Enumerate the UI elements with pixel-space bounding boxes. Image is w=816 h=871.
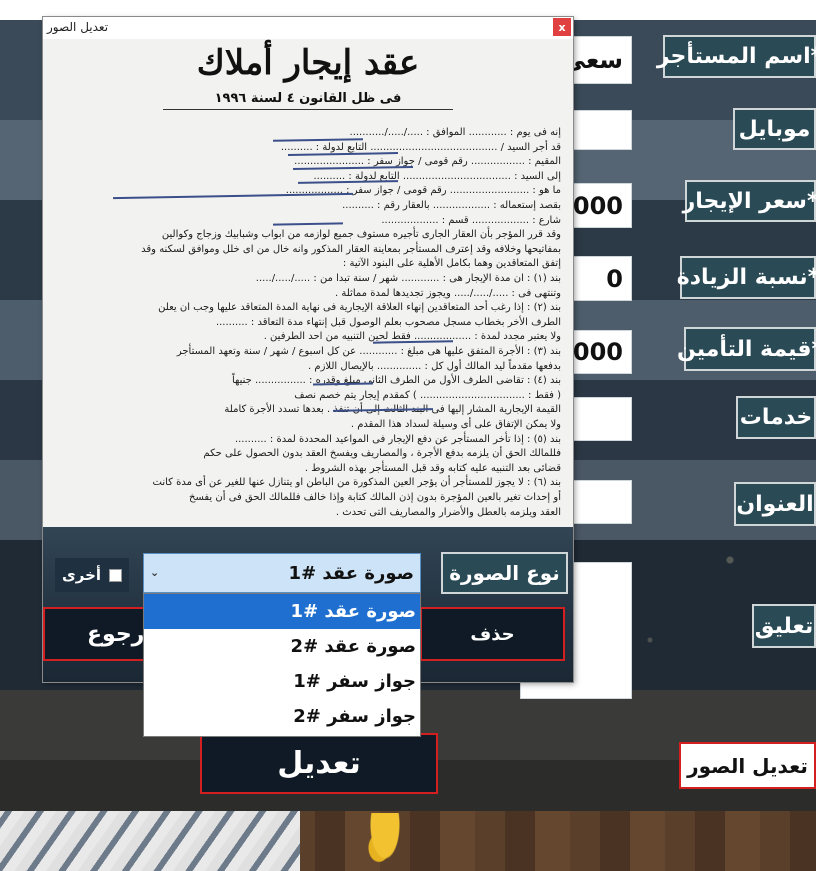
- dropdown-option[interactable]: جواز سفر #2: [144, 699, 420, 734]
- dropdown-option[interactable]: صورة عقد #1: [144, 594, 420, 629]
- contract-line: فللمالك الحق أن يلزمه بدفع الأجرة ، والم…: [203, 448, 561, 460]
- contract-line: بدفعها مقدماً ليد المالك أول كل : ......…: [308, 360, 561, 372]
- contract-line: العقد ويلزمه بالعطل والأضرار والمصاريف ا…: [335, 506, 561, 518]
- back-button[interactable]: رجوع: [43, 607, 153, 661]
- contract-title: عقد إيجار أملاك: [196, 43, 420, 83]
- back-button-label: رجوع: [87, 621, 145, 647]
- contract-line: بمفاتيحها وخلافه وقد إعترف المستأجر بمعا…: [141, 243, 561, 255]
- contract-line: أو إحداث تغير بالعين المؤجرة بدون إذن ال…: [189, 492, 561, 503]
- contract-line: بند (٢) : إذا رغب أحد المتعاقدين إنهاء ا…: [158, 302, 561, 314]
- tenant-name-label: اسم المستأجر*: [657, 35, 816, 78]
- contract-line: بقصد إستعماله : .................. بالعق…: [342, 200, 561, 211]
- deposit-label: قيمة التأمين*: [677, 327, 816, 371]
- dropdown-option[interactable]: جواز سفر #1: [144, 664, 420, 699]
- contract-line: بند (١) : ان مدة الإيجار هى : ..........…: [255, 273, 561, 284]
- mobile-label: موبايل: [733, 108, 816, 150]
- contract-line: المقيم : ................. رقم قومى / جو…: [294, 156, 561, 168]
- other-label: أخرى: [61, 566, 102, 584]
- cloth-decoration: [0, 811, 300, 871]
- contract-line: إتفق المتعاقدين وهما بكامل الأهلية على ا…: [342, 258, 561, 270]
- image-type-select[interactable]: ⌄ صورة عقد #1: [143, 553, 421, 593]
- contract-line: إنه فى يوم : ............ الموافق : ....…: [349, 127, 561, 138]
- image-type-label: نوع الصورة: [441, 552, 568, 594]
- handwriting-mark: [372, 340, 454, 344]
- delete-button[interactable]: حذف: [420, 607, 565, 661]
- rent-price-label: سعر الإيجار*: [683, 180, 816, 222]
- contract-line: شارع : .................. قسم : ........…: [381, 214, 561, 226]
- dialog-titlebar: تعديل الصور x: [43, 17, 573, 40]
- contract-line: الطرف الأخر بخطاب مسجل مصحوب بعلم الوصول…: [215, 316, 561, 328]
- handwriting-mark: [272, 222, 344, 226]
- checkbox-icon[interactable]: [109, 568, 123, 582]
- increase-rate-label: نسبة الزيادة*: [677, 256, 816, 299]
- handwriting-mark: [297, 180, 399, 184]
- image-type-dropdown-list: صورة عقد #1 صورة عقد #2 جواز سفر #1 جواز…: [143, 593, 421, 737]
- contract-line: بند (٥) : إذا تأخر المستأجر عن دفع الإيج…: [234, 433, 561, 445]
- edit-images-button[interactable]: تعديل الصور: [679, 742, 816, 789]
- contract-line: قضائى بعد التنبيه عليه كتابه وقد قبل الم…: [304, 462, 561, 474]
- services-label: خدمات: [736, 396, 816, 439]
- contract-line: ( فقط : ................................…: [294, 389, 561, 401]
- close-icon[interactable]: x: [553, 18, 571, 36]
- edit-button[interactable]: تعديل: [200, 733, 438, 794]
- contract-line: بند (٤) : تقاضى الطرف الأول من الطرف الث…: [231, 375, 561, 387]
- contract-image: عقد إيجار أملاك فى ظل القانون ٤ لسنة ١٩٩…: [43, 39, 573, 527]
- image-type-selected-value: صورة عقد #1: [288, 562, 414, 584]
- address-label: العنوان: [734, 482, 816, 526]
- contract-line: وتنتهى فى : ...../...../..... ويجوز تجدي…: [335, 287, 561, 299]
- comment-label: تعليق: [752, 604, 816, 648]
- contract-line: بند (٣) : الأجرة المتفق عليها هى مبلغ : …: [176, 346, 561, 357]
- other-checkbox[interactable]: أخرى: [55, 558, 129, 592]
- title-underline: [163, 109, 453, 110]
- contract-line: قد أجر السيد / .........................…: [280, 141, 561, 153]
- dropdown-option[interactable]: صورة عقد #2: [144, 629, 420, 664]
- contract-line: بند (٦) : لا يجوز للمستأجر أن يؤجر العين…: [152, 477, 561, 489]
- contract-subtitle: فى ظل القانون ٤ لسنة ١٩٩٦: [214, 91, 402, 106]
- contract-line: ولا يمكن الإتفاق على أى وسيلة لسداد هذا …: [350, 419, 561, 430]
- chevron-down-icon[interactable]: ⌄: [150, 566, 159, 579]
- flower-decoration: [365, 813, 405, 871]
- dialog-title: تعديل الصور: [47, 20, 109, 34]
- contract-line: وقد قرر المؤجر بأن العقار الجارى تأجيره …: [161, 229, 561, 241]
